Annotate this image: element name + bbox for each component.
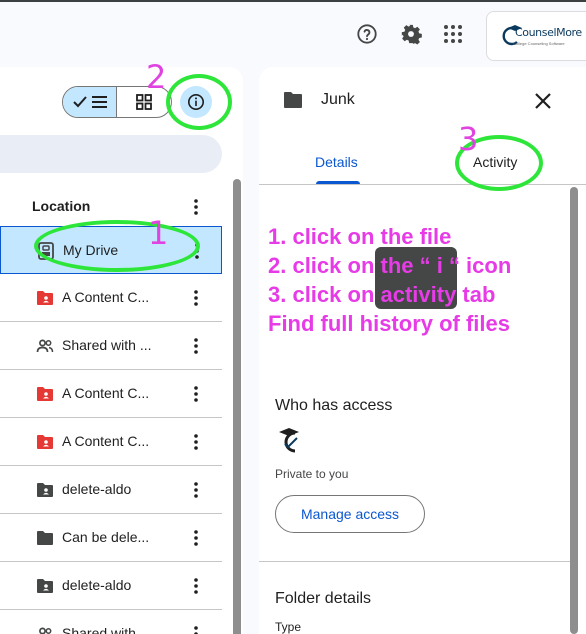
access-status-text: Private to you — [275, 467, 349, 481]
location-row[interactable]: A Content C... — [0, 418, 222, 466]
folder-icon — [36, 529, 54, 547]
settings-icon[interactable] — [399, 22, 423, 46]
location-column-header[interactable]: Location — [32, 198, 90, 214]
row-menu-button[interactable] — [188, 528, 204, 548]
annotation-number-2: 2 — [146, 58, 167, 96]
annotation-ring-file — [34, 220, 200, 272]
row-label: delete-aldo — [62, 481, 132, 497]
location-list: My Drive A Content C... Shared with ... A C… — [0, 226, 222, 634]
list-view-button[interactable] — [63, 87, 118, 117]
instruction-line: 3. click on activity tab — [268, 282, 496, 307]
location-row[interactable]: delete-aldo — [0, 466, 222, 514]
instruction-line: Find full history of files — [268, 311, 510, 336]
location-row[interactable]: A Content C... — [0, 274, 222, 322]
check-list-icon — [72, 96, 107, 108]
more-vert-icon — [194, 530, 198, 546]
account-logo[interactable]: CounselMore College Counseling Software — [486, 11, 586, 61]
close-details-button[interactable] — [533, 91, 553, 111]
file-list-panel: Location My Drive A Content C... Shared wi… — [0, 67, 243, 634]
row-label: delete-aldo — [62, 577, 132, 593]
people-icon — [36, 337, 54, 355]
location-row[interactable]: Shared with ... — [0, 610, 222, 634]
who-has-access-heading: Who has access — [275, 397, 393, 414]
top-bar: CounselMore College Counseling Software — [0, 0, 586, 66]
row-label: Can be dele... — [62, 529, 150, 545]
location-row[interactable]: A Content C... — [0, 370, 222, 418]
people-icon — [36, 625, 54, 634]
logo-subtext: College Counseling Software — [513, 41, 565, 46]
shared-folder-icon — [36, 577, 54, 595]
row-label: Shared with ... — [62, 625, 152, 634]
more-vert-icon — [194, 199, 198, 215]
row-menu-button[interactable] — [188, 288, 204, 308]
shared-folder-red-icon — [36, 385, 54, 403]
more-vert-icon — [194, 626, 198, 634]
tab-details[interactable]: Details — [315, 154, 358, 170]
more-vert-icon — [194, 482, 198, 498]
owner-avatar-icon — [279, 428, 299, 453]
location-row[interactable]: Shared with ... — [0, 322, 222, 370]
window-edge — [0, 0, 586, 2]
manage-access-button[interactable]: Manage access — [275, 495, 425, 533]
folder-details-heading: Folder details — [275, 590, 372, 607]
location-row[interactable]: delete-aldo — [0, 562, 222, 610]
shared-folder-red-icon — [36, 433, 54, 451]
more-vert-icon — [194, 434, 198, 450]
grid-icon — [136, 94, 152, 110]
shared-folder-red-icon — [36, 289, 54, 307]
row-menu-button[interactable] — [188, 624, 204, 634]
shared-folder-icon — [36, 481, 54, 499]
details-scrollbar[interactable] — [570, 187, 578, 634]
row-label: A Content C... — [62, 289, 150, 305]
row-label: A Content C... — [62, 385, 150, 401]
section-divider — [259, 561, 570, 562]
row-label: A Content C... — [62, 433, 150, 449]
location-row[interactable]: Can be dele... — [0, 514, 222, 562]
instruction-line: 2. click on the “ i “ icon — [268, 253, 512, 278]
row-menu-button[interactable] — [188, 384, 204, 404]
filter-bar[interactable] — [0, 135, 222, 173]
row-menu-button[interactable] — [188, 432, 204, 452]
instruction-overlay: 1. click on the file 2. click on the “ i… — [268, 222, 511, 338]
help-icon[interactable] — [355, 22, 379, 46]
annotation-number-3: 3 — [458, 120, 479, 158]
column-menu-button[interactable] — [188, 197, 204, 222]
more-vert-icon — [194, 338, 198, 354]
instruction-line: 1. click on the file — [268, 224, 452, 249]
row-label: Shared with ... — [62, 337, 152, 353]
more-vert-icon — [194, 578, 198, 594]
row-menu-button[interactable] — [188, 480, 204, 500]
logo-text: CounselMore — [515, 26, 582, 39]
close-icon — [535, 93, 551, 109]
tabs-divider — [259, 184, 586, 185]
more-vert-icon — [194, 290, 198, 306]
more-vert-icon — [194, 386, 198, 402]
type-label: Type — [275, 620, 302, 634]
file-list-scrollbar[interactable] — [233, 179, 241, 634]
folder-icon — [284, 92, 302, 108]
row-menu-button[interactable] — [188, 576, 204, 596]
row-menu-button[interactable] — [188, 336, 204, 356]
annotation-number-1: 1 — [148, 214, 169, 252]
apps-icon[interactable] — [441, 22, 465, 46]
annotation-ring-info — [166, 74, 232, 130]
details-title: Junk — [321, 91, 355, 108]
